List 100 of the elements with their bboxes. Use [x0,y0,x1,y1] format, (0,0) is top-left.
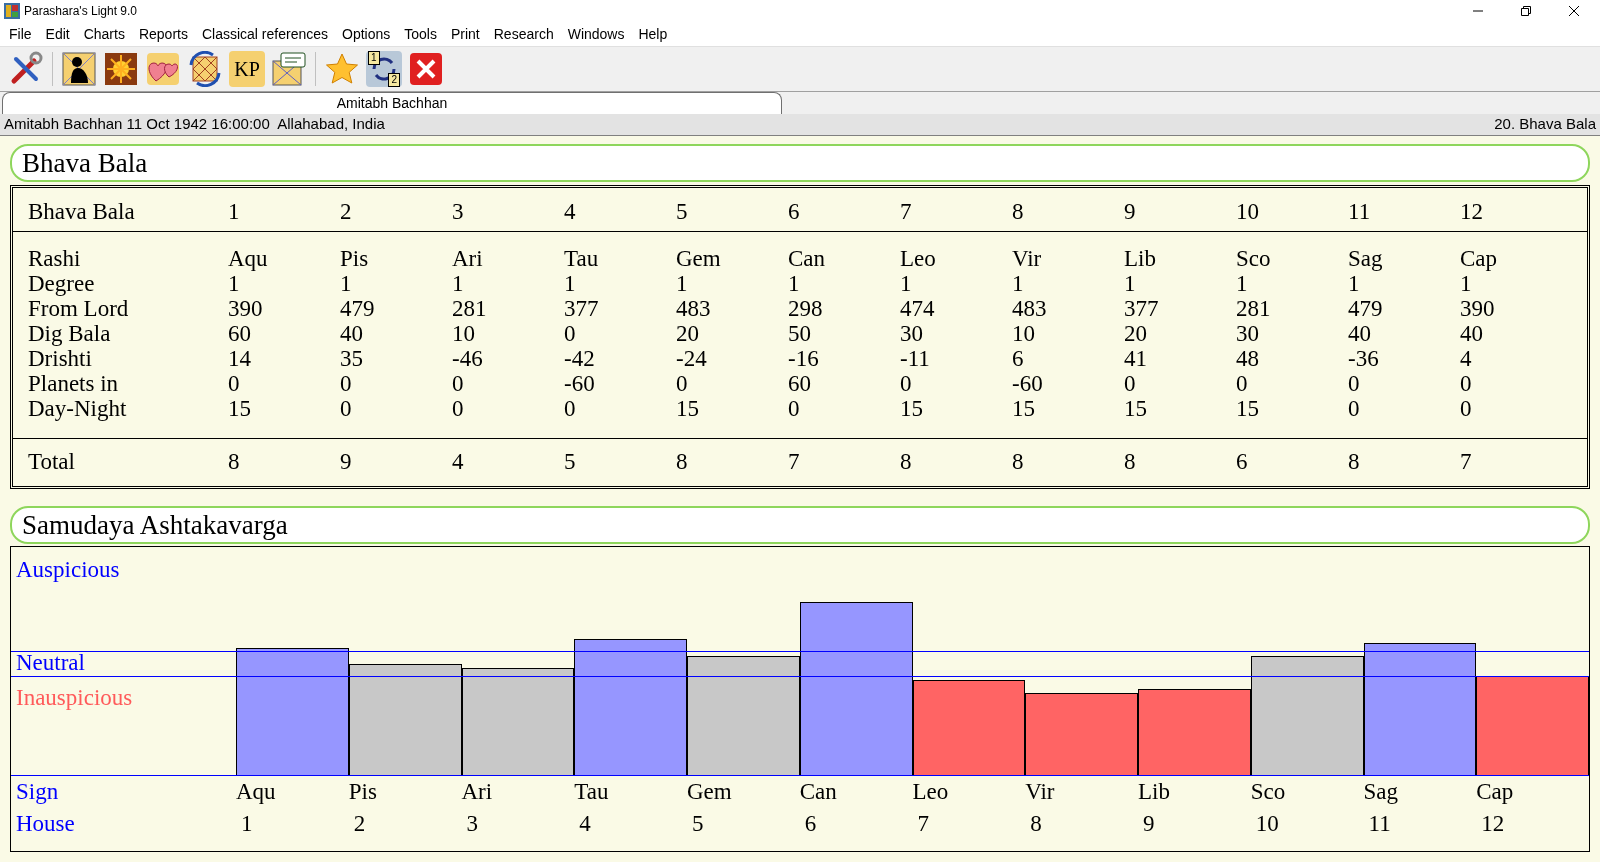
axis-label: Tau [574,778,609,804]
menu-item[interactable]: Print [443,23,487,45]
menu-item[interactable]: Classical references [194,23,335,45]
menu-item[interactable]: File [2,23,39,45]
column-header: 4 [564,197,577,226]
menu-item[interactable]: Help [631,23,675,45]
table-cell-text: 1 [1124,271,1137,296]
table-cell-text: -36 [1348,346,1380,371]
close-button[interactable] [408,51,444,87]
table-cell-text: 0 [452,371,465,396]
table-cell-text: 479 [1348,296,1384,321]
table-cell-text: 10 [1012,321,1036,346]
table-cell-text: 1 [1348,271,1361,296]
table-cell-text: 0 [340,396,353,421]
table-cell-text: 0 [452,396,465,421]
menu-item[interactable]: Reports [131,23,195,45]
table-cell-text: 8 [1348,448,1361,477]
table-cell-text: 30 [900,321,924,346]
table-cell-text: Cap [1460,246,1499,271]
column-header: 11 [1348,197,1372,226]
menu-item[interactable]: Research [486,23,561,45]
table-cell-text: 0 [564,321,577,346]
menu-item[interactable]: Tools [397,23,444,45]
app-logo-icon [4,3,20,19]
table-cell-text: 390 [228,296,264,321]
axis-label: 4 [579,810,591,836]
table-cell-text: 4 [1460,346,1473,371]
restore-icon [1520,5,1532,17]
table-cell-text: 20 [1124,321,1148,346]
hearts-button[interactable] [145,51,181,87]
table-cell-text: 1 [1460,271,1473,296]
table-cell-text: -24 [676,346,708,371]
table-cell-text: Sco [1236,246,1272,271]
sun-button[interactable] [103,51,139,87]
report-name: 20. Bhava Bala [1494,114,1596,135]
axis-label: Ari [461,778,493,804]
menu-item[interactable]: Charts [76,23,132,45]
axis-label: 2 [353,810,366,836]
column-header: Bhava Bala [28,197,136,226]
table-cell-text: 0 [676,371,689,396]
table-cell-text: 0 [1124,371,1137,396]
table-cell-text: 0 [1348,396,1361,421]
table-cell-text: 15 [1124,396,1148,421]
axis-label: 7 [917,810,929,836]
table-cell-text: 15 [228,396,252,421]
table-cell-text: -11 [900,346,931,371]
table-cell-text: 390 [1460,296,1496,321]
window-title: Parashara's Light 9.0 [24,3,138,20]
table-cell-text: Can [788,246,827,271]
table-cell-text: 1 [900,271,913,296]
child-silhouette-button[interactable] [61,51,97,87]
star-button[interactable] [324,51,360,87]
swap-button[interactable]: 1 2 [366,51,402,87]
table-cell-text: 1 [1236,271,1249,296]
table-cell-text: 6 [1012,346,1025,371]
section-header: Samudaya Ashtakavarga [10,506,1590,544]
table-cell-text: 1 [1012,271,1025,296]
column-header: 8 [1012,197,1025,226]
chart-speech-bubble-button[interactable] [271,51,307,87]
table-cell-text: 60 [228,321,252,346]
table-cell-text: 281 [1236,296,1272,321]
table-cell-text: 7 [788,448,801,477]
menu-item[interactable]: Options [335,23,398,45]
table-cell-text: 4 [452,448,465,477]
kp-button[interactable]: KP [229,51,265,87]
table-cell-text: 0 [1460,371,1473,396]
band-label: Auspicious [16,557,120,583]
table-cell-text: 7 [1460,448,1473,477]
table-cell-text: 15 [1012,396,1036,421]
column-header: 6 [788,197,801,226]
column-header: 12 [1460,197,1484,226]
table-cell-text: 479 [340,296,376,321]
axis-label: Cap [1476,778,1514,804]
axis-label: Leo [912,778,949,804]
menu-item[interactable]: Windows [560,23,632,45]
table-cell-text: 35 [340,346,364,371]
table-cell-text: 10 [452,321,476,346]
table-cell-text: Leo [900,246,937,271]
table-cell-text: 50 [788,321,812,346]
axis-label: 1 [241,810,253,836]
chart-tab[interactable]: Amitabh Bachhan [2,92,782,114]
table-cell-text: 9 [340,448,353,477]
table-cell-text: -60 [564,371,596,396]
rotating-chart-button[interactable] [187,51,223,87]
row-label: Rashi [28,246,82,271]
axis-label: 3 [466,810,478,836]
menu-item[interactable]: Edit [38,23,77,45]
table-cell-text: 15 [900,396,924,421]
table-cell-text: Tau [564,246,600,271]
chart-info-text: Amitabh Bachhan 11 Oct 1942 16:00:00 Allahabad, India [4,114,385,135]
axis-label: Pis [348,778,377,804]
table-cell-text: 0 [788,396,801,421]
row-label: Dig Bala [28,321,112,346]
axis-label: Vir [1025,778,1055,804]
table-cell-text: 15 [1236,396,1260,421]
row-label: Total [28,448,76,477]
table-cell-text: 8 [676,448,689,477]
table-cell-text: 20 [676,321,700,346]
table-cell-text: 0 [1460,396,1473,421]
table-cell-text: 377 [1124,296,1160,321]
